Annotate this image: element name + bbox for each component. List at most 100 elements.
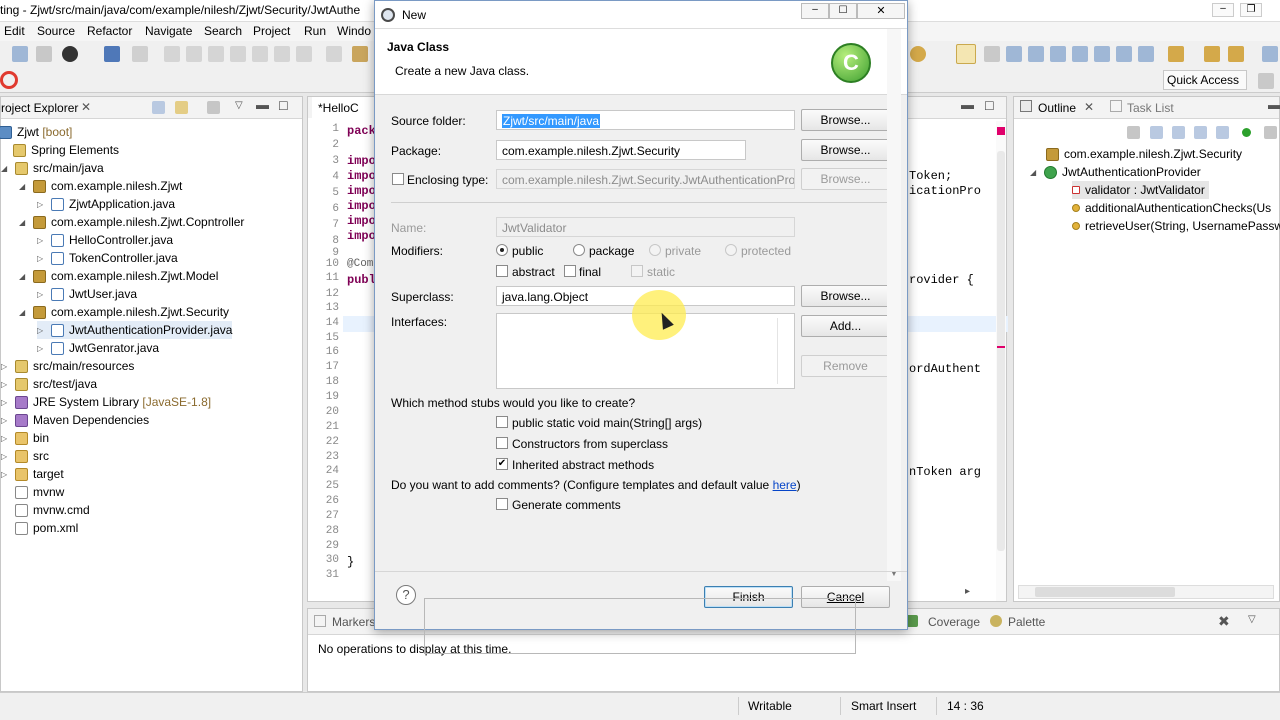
- close-icon[interactable]: ✕: [81, 100, 91, 114]
- step-over-icon[interactable]: [274, 46, 290, 62]
- tab-outline[interactable]: Outline: [1038, 101, 1076, 115]
- new-wizard-icon[interactable]: [62, 46, 78, 62]
- expand-icon[interactable]: ◢: [1, 164, 11, 173]
- error-marker[interactable]: [997, 127, 1005, 135]
- menu-search[interactable]: Search: [204, 24, 242, 38]
- modifier-final-checkbox[interactable]: [564, 265, 576, 277]
- hide-local-types-icon[interactable]: [1242, 128, 1251, 137]
- menu-run[interactable]: Run: [304, 24, 326, 38]
- view-menu-icon[interactable]: ▽: [1248, 614, 1256, 625]
- generate-comments-checkbox[interactable]: [496, 498, 508, 510]
- prev-annotation-icon[interactable]: [1116, 46, 1132, 62]
- forward-icon[interactable]: [1228, 46, 1244, 62]
- dialog-close-button[interactable]: ✕: [857, 3, 905, 19]
- editor-hscroll-right-icon[interactable]: ▸: [909, 586, 989, 598]
- mark-occurrences-icon[interactable]: [1006, 46, 1022, 62]
- quick-access-field[interactable]: Quick Access: [1163, 70, 1247, 90]
- step-return-icon[interactable]: [296, 46, 312, 62]
- maximize-button[interactable]: ❐: [1240, 3, 1262, 17]
- tree-item-bin[interactable]: ▷ bin: [1, 429, 49, 447]
- pin-icon[interactable]: [1168, 46, 1184, 62]
- use-step-filters-icon[interactable]: [352, 46, 368, 62]
- tree-item-java-file[interactable]: ▷ HelloController.java: [37, 231, 173, 249]
- tab-palette[interactable]: Palette: [1008, 615, 1045, 629]
- modifier-static-checkbox[interactable]: [631, 265, 643, 277]
- next-annotation-icon[interactable]: [1094, 46, 1110, 62]
- drop-to-frame-icon[interactable]: [326, 46, 342, 62]
- package-browse-button[interactable]: Browse...: [801, 139, 890, 161]
- open-perspective-icon[interactable]: [1262, 46, 1278, 62]
- help-icon[interactable]: ?: [396, 585, 416, 605]
- maximize-view-icon[interactable]: ☐: [278, 99, 289, 113]
- collapse-icon[interactable]: ▷: [37, 290, 47, 299]
- skip-breakpoints-icon[interactable]: [132, 46, 148, 62]
- tree-item-spring-elements[interactable]: Spring Elements: [13, 141, 119, 159]
- terminate-icon[interactable]: [208, 46, 224, 62]
- collapse-icon[interactable]: ▷: [1, 362, 11, 371]
- expand-icon[interactable]: ◢: [19, 308, 29, 317]
- tree-item-java-file-selected[interactable]: ▷ JwtAuthenticationProvider.java: [37, 321, 233, 339]
- stub-inherited-checkbox[interactable]: ✔: [496, 458, 508, 470]
- refresh-icon[interactable]: [0, 71, 18, 89]
- collapse-icon[interactable]: ▷: [1, 398, 11, 407]
- hide-static-icon[interactable]: [1194, 126, 1207, 139]
- tree-item-java-file[interactable]: ▷ TokenController.java: [37, 249, 178, 267]
- sort-icon[interactable]: [1127, 126, 1140, 139]
- enclosing-type-input[interactable]: com.example.nilesh.Zjwt.Security.JwtAuth…: [496, 169, 795, 189]
- modifier-public-radio[interactable]: [496, 244, 508, 256]
- close-icon[interactable]: ✕: [1084, 100, 1094, 114]
- terminal-icon[interactable]: [104, 46, 120, 62]
- outline-item-field-selected[interactable]: validator : JwtValidator: [1072, 181, 1209, 199]
- hide-non-public-icon[interactable]: [1216, 126, 1229, 139]
- hide-fields-icon[interactable]: [1172, 126, 1185, 139]
- step-into-icon[interactable]: [252, 46, 268, 62]
- tree-item-pom[interactable]: pom.xml: [15, 519, 78, 537]
- save-icon[interactable]: [12, 46, 28, 62]
- dialog-vscrollbar[interactable]: ▼: [887, 29, 901, 581]
- tree-item-src[interactable]: ▷ src: [1, 447, 49, 465]
- tree-item-java-file[interactable]: ▷ JwtGenrator.java: [37, 339, 159, 357]
- superclass-browse-button[interactable]: Browse...: [801, 285, 890, 307]
- tree-item-src-test-java[interactable]: ▷ src/test/java: [1, 375, 97, 393]
- modifier-protected-radio[interactable]: [725, 244, 737, 256]
- perspective-icon[interactable]: [1258, 73, 1274, 89]
- source-folder-input[interactable]: Zjwt/src/main/java: [496, 110, 795, 130]
- tree-item-package[interactable]: ◢ com.example.nilesh.Zjwt.Security: [19, 303, 229, 321]
- outline-item-method[interactable]: retrieveUser(String, UsernamePassw: [1072, 217, 1280, 235]
- tab-markers[interactable]: Markers: [332, 615, 375, 629]
- filter-icon[interactable]: [207, 101, 220, 114]
- name-input[interactable]: JwtValidator: [496, 217, 795, 237]
- dialog-minimize-button[interactable]: –: [801, 3, 829, 19]
- outline-item-package[interactable]: com.example.nilesh.Zjwt.Security: [1046, 145, 1242, 163]
- resume-icon[interactable]: [164, 46, 180, 62]
- package-input[interactable]: com.example.nilesh.Zjwt.Security: [496, 140, 746, 160]
- menu-window[interactable]: Windo: [337, 24, 371, 38]
- error-marker[interactable]: [997, 346, 1005, 348]
- add-interface-button[interactable]: Add...: [801, 315, 890, 337]
- remove-all-icon[interactable]: ✖: [1218, 613, 1230, 630]
- maximize-view-icon[interactable]: ☐: [984, 99, 995, 113]
- outline-hscrollbar[interactable]: [1018, 585, 1274, 599]
- suspend-icon[interactable]: [186, 46, 202, 62]
- outline-item-method[interactable]: additionalAuthenticationChecks(Us: [1072, 199, 1271, 217]
- collapse-icon[interactable]: ▷: [1, 452, 11, 461]
- collapse-icon[interactable]: ▷: [37, 254, 47, 263]
- tab-task-list[interactable]: Task List: [1127, 101, 1174, 115]
- modifier-package-radio[interactable]: [573, 244, 585, 256]
- menu-edit[interactable]: Edit: [4, 24, 25, 38]
- outline-item-class[interactable]: ◢ JwtAuthenticationProvider: [1030, 163, 1201, 181]
- link-editor-icon[interactable]: [175, 101, 188, 114]
- globe-icon[interactable]: [910, 46, 926, 62]
- tab-coverage[interactable]: Coverage: [928, 615, 980, 629]
- toggle-icon[interactable]: [984, 46, 1000, 62]
- editor-scrollbar-thumb[interactable]: [997, 151, 1005, 551]
- expand-icon[interactable]: ◢: [19, 182, 29, 191]
- disconnect-icon[interactable]: [230, 46, 246, 62]
- tree-item-java-file[interactable]: ▷ JwtUser.java: [37, 285, 137, 303]
- stub-constructors-checkbox[interactable]: [496, 437, 508, 449]
- show-whitespace-icon[interactable]: [1050, 46, 1066, 62]
- collapse-icon[interactable]: ▷: [37, 344, 47, 353]
- collapse-icon[interactable]: ▷: [1, 470, 11, 479]
- minimize-view-icon[interactable]: ▬: [961, 97, 974, 112]
- tree-item-maven-dependencies[interactable]: ▷ Maven Dependencies: [1, 411, 149, 429]
